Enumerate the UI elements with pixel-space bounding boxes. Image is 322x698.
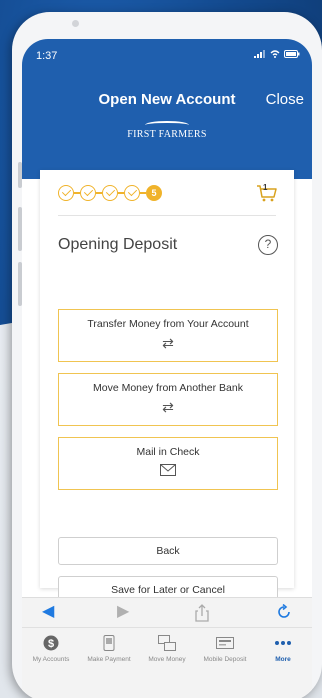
step-current: 5 <box>146 185 162 201</box>
check-deposit-icon <box>196 634 254 652</box>
tab-label: More <box>275 656 291 663</box>
option-label: Transfer Money from Your Account <box>87 318 249 330</box>
back-arrow-icon[interactable]: ◀ <box>42 604 54 620</box>
tab-mobile-deposit[interactable]: Mobile Deposit <box>196 634 254 663</box>
divider <box>58 215 276 216</box>
status-bar: 1:37 <box>22 39 312 67</box>
transfer-icon <box>138 634 196 652</box>
envelope-icon <box>59 464 277 478</box>
browser-toolbar: ◀ ▶ <box>22 597 312 627</box>
step-complete <box>80 185 96 201</box>
tab-label: Mobile Deposit <box>203 656 247 663</box>
phone-frame: 1:37 Open New Account Close FIRST FARMER… <box>12 12 322 698</box>
svg-text:$: $ <box>48 638 54 650</box>
bank-logo: FIRST FARMERS <box>125 121 209 144</box>
cart-count: 1 <box>263 183 268 192</box>
cart-button[interactable]: 1 <box>256 183 278 202</box>
app-screen: 1:37 Open New Account Close FIRST FARMER… <box>22 39 312 698</box>
tab-label: Make Payment <box>87 656 131 663</box>
forward-arrow-icon[interactable]: ▶ <box>117 604 129 620</box>
tab-label: Move Money <box>148 656 186 663</box>
transfer-arrows-icon: ⇄ <box>162 335 174 351</box>
step-complete <box>102 185 118 201</box>
tab-move-money[interactable]: Move Money <box>138 634 196 663</box>
logo-arc <box>145 121 189 129</box>
help-icon[interactable]: ? <box>258 235 278 255</box>
step-complete <box>58 185 74 201</box>
option-label: Move Money from Another Bank <box>93 382 243 394</box>
tab-label: My Accounts <box>32 656 70 663</box>
phone-bill-icon <box>80 634 138 652</box>
option-label: Mail in Check <box>136 446 200 458</box>
status-time: 1:37 <box>36 50 58 62</box>
step-complete <box>124 185 140 201</box>
option-mail-check[interactable]: Mail in Check <box>58 437 278 490</box>
section-title: Opening Deposit <box>58 236 178 253</box>
signal-icon <box>254 50 265 58</box>
refresh-icon[interactable] <box>276 603 292 624</box>
option-move-other-bank[interactable]: Move Money from Another Bank ⇄ <box>58 373 278 426</box>
wifi-icon <box>270 50 280 58</box>
status-icons <box>254 50 300 58</box>
more-dots-icon <box>254 634 312 652</box>
app-header: 1:37 Open New Account Close FIRST FARMER… <box>22 39 312 179</box>
close-button[interactable]: Close <box>266 91 304 108</box>
phone-camera <box>72 20 79 27</box>
battery-icon <box>284 50 300 58</box>
logo-subline <box>125 140 209 144</box>
tab-more[interactable]: More <box>254 634 312 663</box>
tab-my-accounts[interactable]: $ My Accounts <box>22 634 80 663</box>
tab-make-payment[interactable]: Make Payment <box>80 634 138 663</box>
transfer-arrows-icon: ⇄ <box>162 399 174 415</box>
dollar-coin-icon: $ <box>22 634 80 652</box>
back-button[interactable]: Back <box>58 537 278 565</box>
tab-bar: $ My Accounts Make Payment Move Money Mo… <box>22 627 312 698</box>
share-icon[interactable] <box>194 604 210 626</box>
deposit-card: 5 1 Opening Deposit ? Transfer Money fro… <box>40 170 294 604</box>
logo-text: FIRST FARMERS <box>127 129 207 140</box>
progress-steps: 5 <box>58 185 162 201</box>
option-transfer-own-account[interactable]: Transfer Money from Your Account ⇄ <box>58 309 278 362</box>
